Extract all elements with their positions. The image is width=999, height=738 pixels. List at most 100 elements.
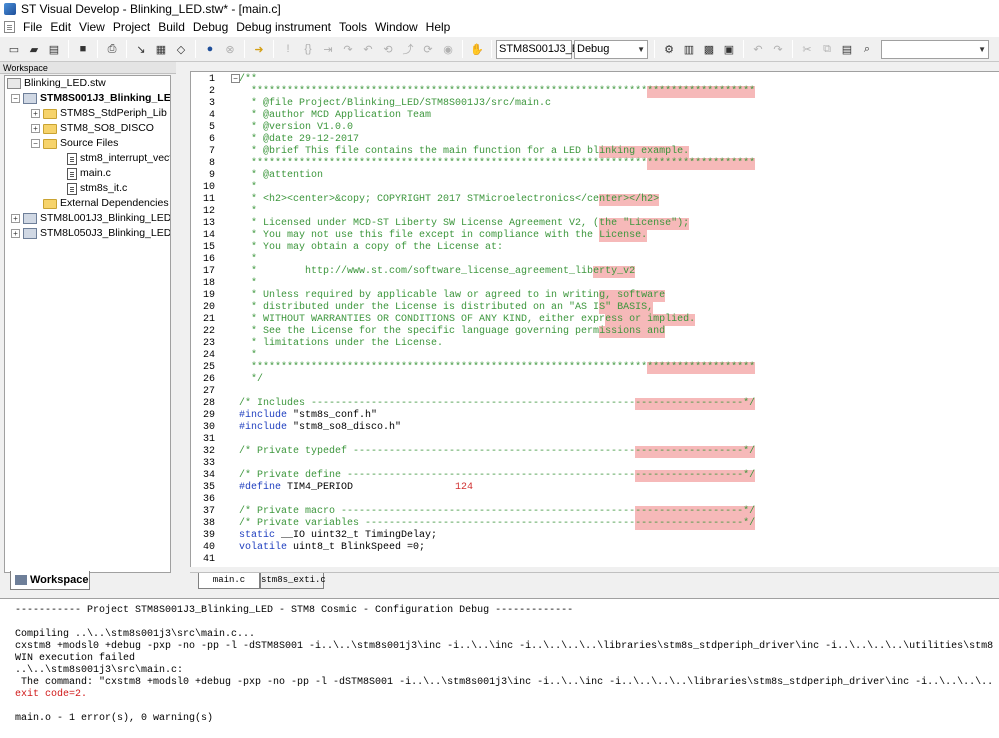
tree-item-file[interactable]: stm8s_it.c bbox=[5, 181, 170, 196]
open-project-icon[interactable]: ▤ bbox=[45, 40, 63, 58]
tab-main-c[interactable]: main.c bbox=[198, 573, 260, 589]
copy-icon[interactable]: ⧉ bbox=[818, 40, 836, 58]
menu-view[interactable]: View bbox=[75, 18, 109, 36]
paste-icon[interactable]: ▤ bbox=[838, 40, 856, 58]
tree-item-file[interactable]: main.c bbox=[5, 166, 170, 181]
tree-item-project[interactable]: + STM8L050J3_Blinking_LED bbox=[5, 226, 170, 241]
menu-tools[interactable]: Tools bbox=[335, 18, 371, 36]
code-line: 4 * @author MCD Application Team bbox=[191, 110, 999, 122]
step-over-icon[interactable]: ↷ bbox=[339, 40, 357, 58]
code-line: 41 bbox=[191, 554, 999, 566]
code-line: 8 **************************************… bbox=[191, 158, 999, 170]
config-select[interactable]: Debug ▼ bbox=[574, 39, 648, 59]
rebuild-icon[interactable]: ◇ bbox=[172, 40, 190, 58]
hand-icon[interactable]: ✋ bbox=[468, 40, 486, 58]
output-gap bbox=[15, 617, 999, 629]
code-text: * See the License for the specific langu… bbox=[239, 326, 600, 337]
line-number: 22 bbox=[202, 326, 215, 337]
debug-start-icon[interactable]: ● bbox=[201, 40, 219, 58]
menu-file[interactable]: File bbox=[19, 18, 46, 36]
toolbar-separator bbox=[743, 40, 744, 58]
menu-help[interactable]: Help bbox=[422, 18, 455, 36]
tree-item-file[interactable]: stm8_interrupt_vect bbox=[5, 151, 170, 166]
output-panel[interactable]: ----------- Project STM8S001J3_Blinking_… bbox=[0, 598, 999, 738]
find-icon[interactable]: ⌕ bbox=[858, 40, 876, 58]
print-icon[interactable]: ⎙ bbox=[103, 40, 121, 58]
search-combo[interactable]: ▼ bbox=[881, 39, 989, 59]
compile-icon[interactable]: ↘ bbox=[132, 40, 150, 58]
expand-icon[interactable]: + bbox=[31, 109, 40, 118]
code-text-highlight: License. bbox=[599, 230, 648, 242]
step-icon[interactable]: {} bbox=[299, 40, 317, 58]
collapse-icon[interactable]: − bbox=[31, 139, 40, 148]
code-text-highlight: erty_v2 bbox=[593, 266, 636, 278]
code-text: * WITHOUT WARRANTIES OR CONDITIONS OF AN… bbox=[239, 314, 606, 325]
code-line: 19 * Unless required by applicable law o… bbox=[191, 290, 999, 302]
expand-icon[interactable]: + bbox=[11, 229, 20, 238]
step-into-icon[interactable]: ⇥ bbox=[319, 40, 337, 58]
tree-item-folder-src[interactable]: − Source Files bbox=[5, 136, 170, 151]
code-text: __IO uint32_t TimingDelay; bbox=[281, 530, 438, 541]
expand-icon[interactable]: + bbox=[31, 124, 40, 133]
code-text: * @file Project/Blinking_LED/STM8S001J3/… bbox=[239, 98, 552, 109]
code-text-highlight: ------------------*/ bbox=[635, 470, 756, 482]
menu-window[interactable]: Window bbox=[371, 18, 422, 36]
code-text: * @date 29-12-2017 bbox=[239, 134, 360, 145]
undo-icon[interactable]: ↶ bbox=[749, 40, 767, 58]
collapse-icon[interactable]: − bbox=[11, 94, 20, 103]
file-icon bbox=[67, 152, 77, 165]
menu-build[interactable]: Build bbox=[154, 18, 189, 36]
run-arrow-icon[interactable]: ➜ bbox=[250, 40, 268, 58]
settings-icon[interactable]: ⚙ bbox=[660, 40, 678, 58]
expand-icon[interactable]: + bbox=[11, 214, 20, 223]
code-line: 37 /* Private macro ---------------------… bbox=[191, 506, 999, 518]
document-icon[interactable] bbox=[4, 21, 15, 33]
save-icon[interactable]: ■ bbox=[74, 40, 92, 58]
step-out-icon[interactable]: ↶ bbox=[359, 40, 377, 58]
new-file-icon[interactable]: ▭ bbox=[5, 40, 23, 58]
open-folder-icon[interactable]: ▰ bbox=[25, 40, 43, 58]
code-text: * http://www.st.com/software_license_agr… bbox=[239, 266, 594, 277]
debug-stop-icon[interactable]: ⊗ bbox=[221, 40, 239, 58]
code-editor[interactable]: 1/** − 2 ********************************… bbox=[190, 71, 999, 567]
chevron-down-icon: ▼ bbox=[978, 44, 986, 54]
menu-debug[interactable]: Debug bbox=[189, 18, 232, 36]
menu-project[interactable]: Project bbox=[109, 18, 154, 36]
build-icon[interactable]: ▦ bbox=[152, 40, 170, 58]
menu-edit[interactable]: Edit bbox=[46, 18, 75, 36]
tab-stm8s-exti-c[interactable]: stm8s_exti.c bbox=[260, 573, 326, 589]
tree-item-folder-ext[interactable]: External Dependencies bbox=[5, 196, 170, 211]
tree-item-project-active[interactable]: − STM8S001J3_Blinking_LED bbox=[5, 91, 170, 106]
program-icon[interactable]: ▣ bbox=[720, 40, 738, 58]
line-number: 36 bbox=[202, 494, 215, 505]
code-line: 34 /* Private define --------------------… bbox=[191, 470, 999, 482]
gutter bbox=[215, 446, 239, 458]
gutter bbox=[215, 242, 239, 254]
code-text: */ bbox=[239, 374, 264, 385]
code-line: 28 /* Includes --------------------------… bbox=[191, 398, 999, 410]
step-asm-icon[interactable]: ⟲ bbox=[379, 40, 397, 58]
gutter bbox=[215, 482, 239, 494]
cut-icon[interactable]: ✂ bbox=[798, 40, 816, 58]
break-icon[interactable]: ! bbox=[279, 40, 297, 58]
tree-item-project[interactable]: + STM8L001J3_Blinking_LED bbox=[5, 211, 170, 226]
fold-icon[interactable]: − bbox=[231, 74, 240, 83]
run-cursor-icon[interactable]: ⤴ bbox=[399, 40, 417, 58]
redo-icon[interactable]: ↷ bbox=[769, 40, 787, 58]
gutter bbox=[215, 374, 239, 386]
chip-config-icon[interactable]: ▩ bbox=[700, 40, 718, 58]
target-select[interactable]: STM8S001J3_E ▼ bbox=[496, 39, 587, 59]
code-line: 11 * <h2><center>&copy; COPYRIGHT 2017 S… bbox=[191, 194, 999, 206]
line-number: 41 bbox=[202, 554, 215, 565]
config-select-value: Debug bbox=[577, 43, 610, 55]
tree-label: main.c bbox=[80, 167, 111, 179]
code-line: 15 * You may obtain a copy of the Licens… bbox=[191, 242, 999, 254]
tree-item-workspace[interactable]: Blinking_LED.stw bbox=[5, 76, 170, 91]
tree-item-folder-lib[interactable]: + STM8S_StdPeriph_Lib bbox=[5, 106, 170, 121]
workspace-tab[interactable]: Workspace bbox=[10, 571, 90, 590]
menu-debug-instrument[interactable]: Debug instrument bbox=[232, 18, 335, 36]
breakpoint-icon[interactable]: ◉ bbox=[439, 40, 457, 58]
tree-item-folder-disco[interactable]: + STM8_SO8_DISCO bbox=[5, 121, 170, 136]
reset-icon[interactable]: ⟳ bbox=[419, 40, 437, 58]
chip-icon[interactable]: ▥ bbox=[680, 40, 698, 58]
